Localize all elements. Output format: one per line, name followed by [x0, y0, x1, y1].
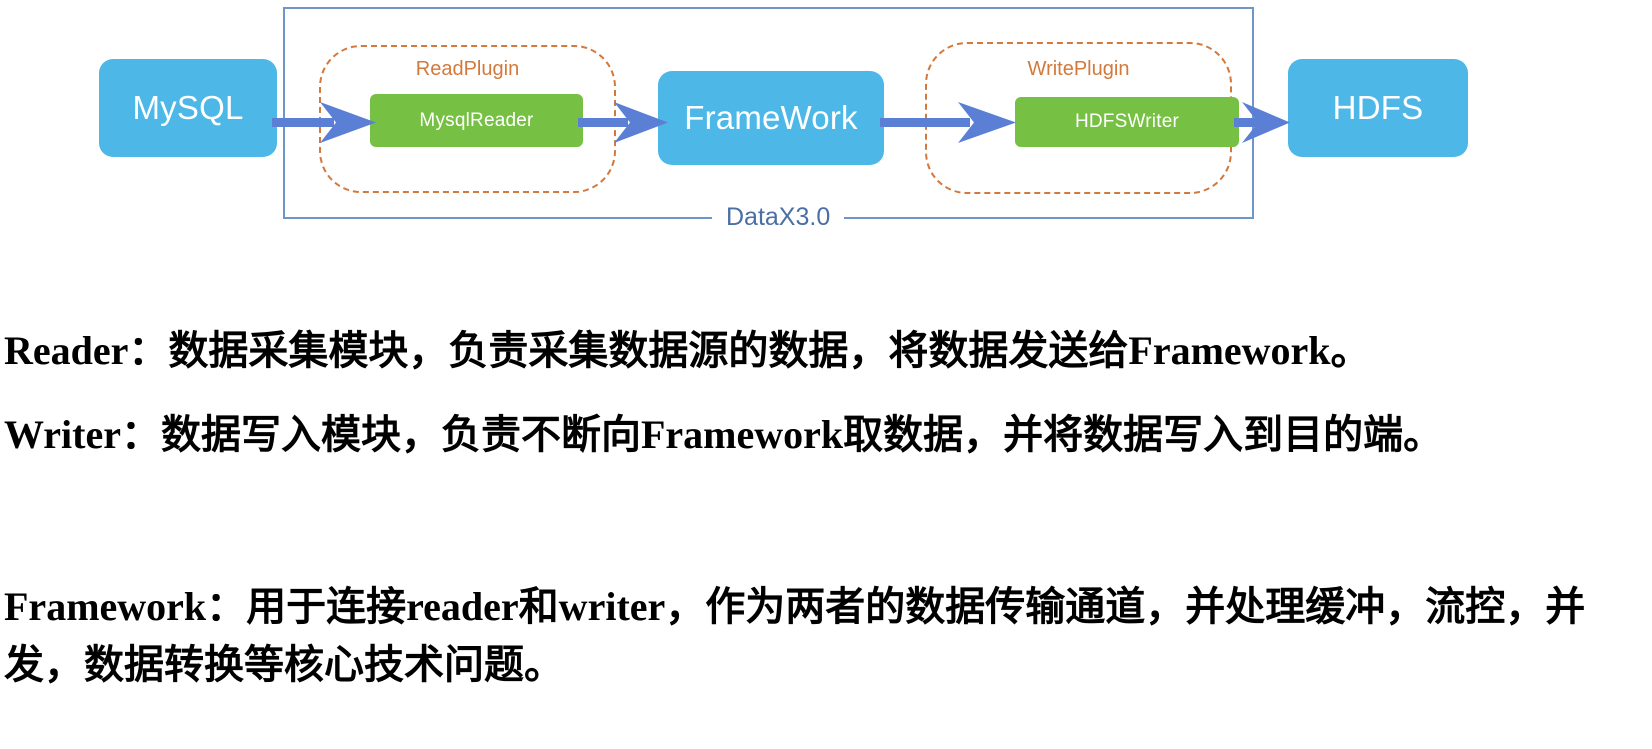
arrow-mysql-to-mysqlreader — [272, 102, 376, 143]
node-hdfs-label: HDFS — [1332, 89, 1424, 126]
node-hdfswriter: HDFSWriter — [1015, 97, 1239, 147]
writeplugin-label: WritePlugin — [1027, 58, 1130, 80]
arrow-framework-to-hdfswriter — [880, 102, 1016, 143]
node-mysqlreader: MysqlReader — [370, 94, 583, 147]
node-mysql: MySQL — [99, 59, 277, 157]
node-mysqlreader-label: MysqlReader — [419, 109, 534, 131]
datax-version-label: DataX3.0 — [712, 203, 845, 232]
node-mysql-label: MySQL — [132, 89, 244, 126]
arrow-mysqlreader-to-framework — [578, 102, 668, 143]
paragraph-writer: Writer：数据写入模块，负责不断向Framework取数据，并将数据写入到目… — [4, 412, 1444, 457]
paragraph-reader: Reader：数据采集模块，负责采集数据源的数据，将数据发送给Framework… — [4, 328, 1371, 373]
architecture-diagram: MySQL ReadPlugin MysqlReader FrameWork W… — [0, 0, 1652, 290]
node-hdfs: HDFS — [1288, 59, 1468, 157]
node-framework: FrameWork — [658, 71, 884, 165]
node-framework-label: FrameWork — [684, 99, 858, 136]
paragraph-framework: Framework：用于连接reader和writer，作为两者的数据传输通道，… — [4, 584, 1586, 687]
node-hdfswriter-label: HDFSWriter — [1074, 111, 1180, 132]
arrow-hdfswriter-to-hdfs — [1234, 102, 1290, 143]
readplugin-label: ReadPlugin — [415, 58, 520, 80]
